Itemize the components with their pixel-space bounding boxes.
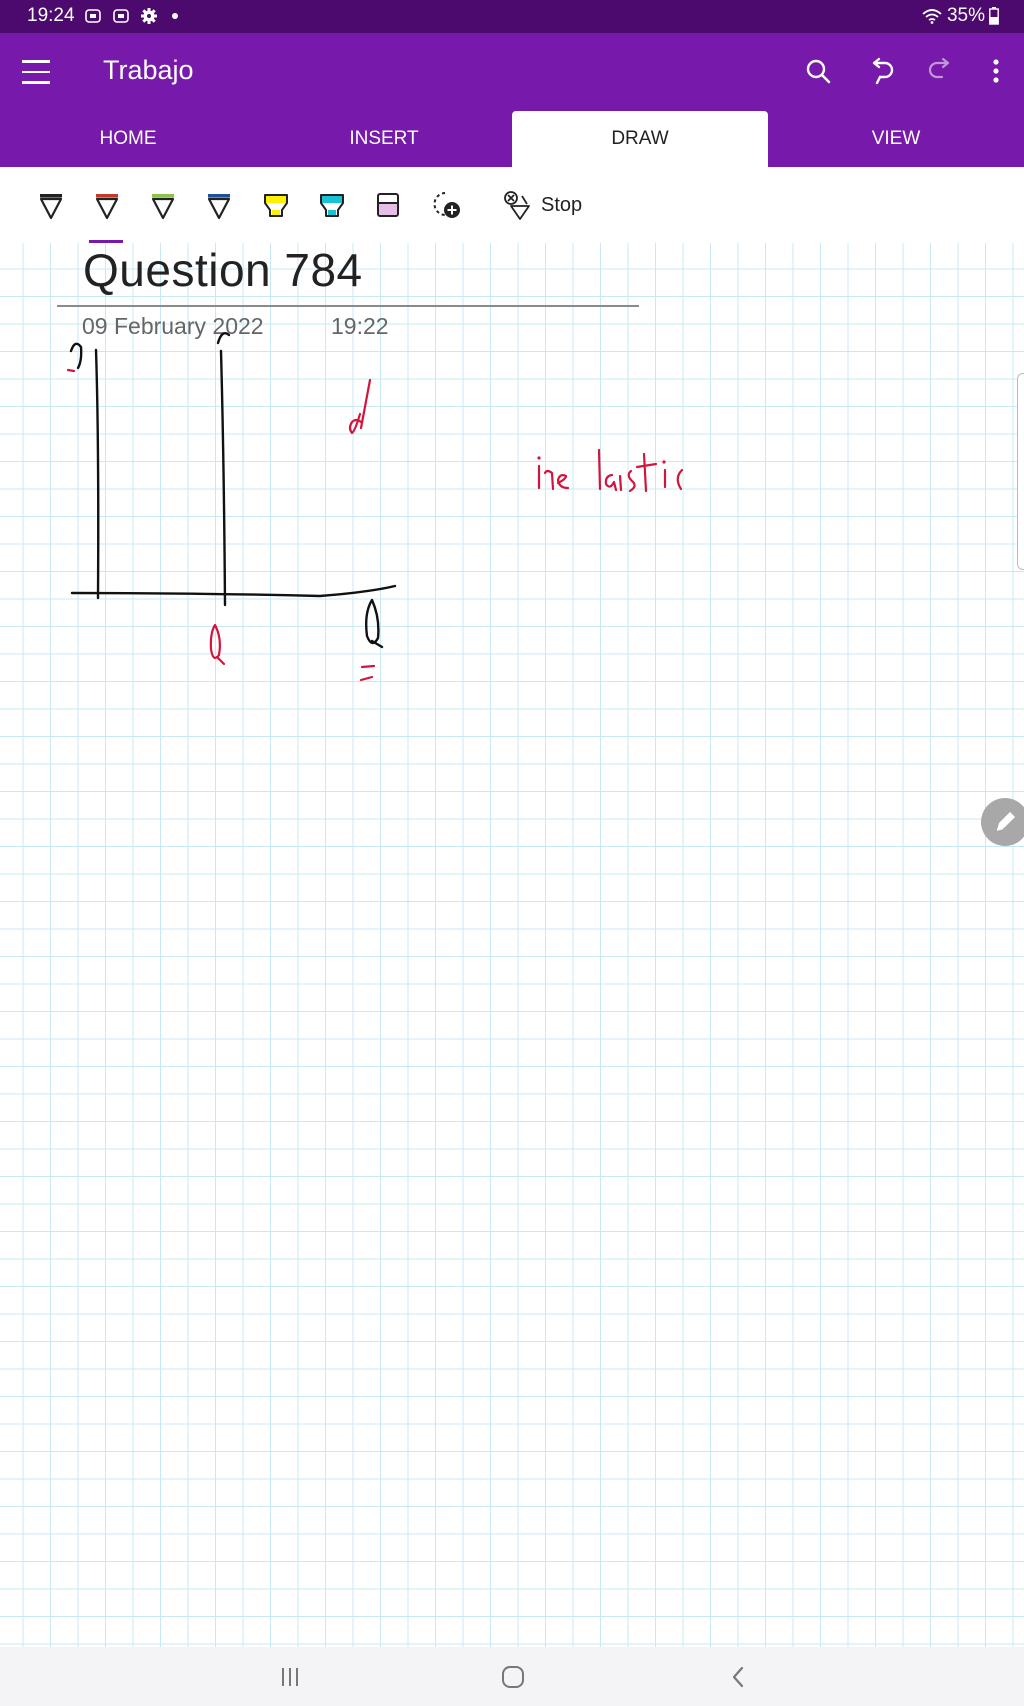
note-canvas[interactable]: Question 784 09 February 2022 19:22 (0, 243, 1024, 1647)
wifi-icon (922, 9, 942, 24)
ink-stroke (215, 655, 226, 666)
tab-draw[interactable]: DRAW (512, 111, 768, 167)
edit-fab-button[interactable] (981, 798, 1024, 846)
status-bar: 19:24 35% (0, 0, 1024, 33)
ink-stroke (348, 412, 363, 435)
home-icon[interactable] (493, 1659, 533, 1695)
screenshot-icon (85, 9, 101, 23)
back-icon[interactable] (718, 1659, 758, 1695)
scrollbar-handle[interactable] (1017, 373, 1024, 570)
stop-pen-icon (504, 191, 530, 220)
ink-stroke (543, 469, 555, 491)
pen-icon[interactable] (201, 187, 237, 223)
navigation-bar (0, 1647, 1024, 1706)
ink-stroke (618, 474, 623, 492)
draw-toolbar: Stop (0, 167, 1024, 243)
undo-icon[interactable] (865, 55, 897, 87)
ink-dot (537, 456, 541, 460)
ink-stroke (635, 462, 658, 469)
ink-dot (662, 460, 666, 464)
battery-percent: 35% (946, 5, 985, 26)
highlighter-icon[interactable] (370, 187, 406, 223)
pen-icon[interactable] (89, 187, 125, 223)
ink-stroke (627, 469, 636, 493)
ink-stroke (219, 349, 227, 607)
redo-icon[interactable] (925, 55, 957, 87)
tab-insert[interactable]: INSERT (256, 111, 512, 167)
more-options-icon[interactable] (980, 55, 1012, 87)
stop-label: Stop (541, 193, 583, 216)
ink-stroke (556, 474, 570, 490)
ink-stroke (209, 623, 221, 659)
search-icon[interactable] (802, 55, 834, 87)
status-icons (84, 7, 178, 25)
pencil-icon (996, 812, 1015, 831)
ink-stroke (676, 468, 684, 491)
ink-stroke (359, 675, 374, 682)
menu-icon[interactable] (22, 60, 50, 84)
notebook-title: Trabajo (103, 55, 194, 85)
ink-stroke (642, 452, 648, 493)
recent-apps-icon[interactable] (270, 1659, 310, 1695)
pen-icon[interactable] (33, 187, 69, 223)
highlighter-icon[interactable] (314, 187, 350, 223)
ink-stroke (69, 342, 83, 370)
ink-drawing (66, 332, 684, 682)
notification-dot-icon (172, 13, 178, 19)
highlighter-icon[interactable] (258, 187, 294, 223)
ink-stroke (597, 448, 602, 491)
pen-icon[interactable] (145, 187, 181, 223)
ink-stroke (364, 598, 380, 645)
app-bar: Trabajo HOME INSERT DRAW VIEW (0, 33, 1024, 167)
battery-icon (989, 7, 999, 25)
status-time: 19:24 (27, 5, 75, 26)
screenshot-icon (113, 9, 129, 23)
ink-stroke (70, 584, 397, 598)
ink-stroke (360, 664, 376, 669)
add-pen-icon[interactable] (428, 187, 464, 223)
ribbon-tabs: HOME INSERT DRAW VIEW (0, 111, 1024, 167)
ink-stroke (604, 473, 618, 492)
settings-icon (141, 8, 157, 24)
ink-stroke (66, 368, 76, 373)
tab-view[interactable]: VIEW (768, 111, 1024, 167)
status-right: 35% (921, 5, 999, 27)
tab-home[interactable]: HOME (0, 111, 256, 167)
stop-button[interactable]: Stop (503, 187, 582, 223)
ink-stroke (359, 378, 372, 430)
ink-stroke (216, 332, 231, 345)
ink-stroke (94, 348, 100, 600)
